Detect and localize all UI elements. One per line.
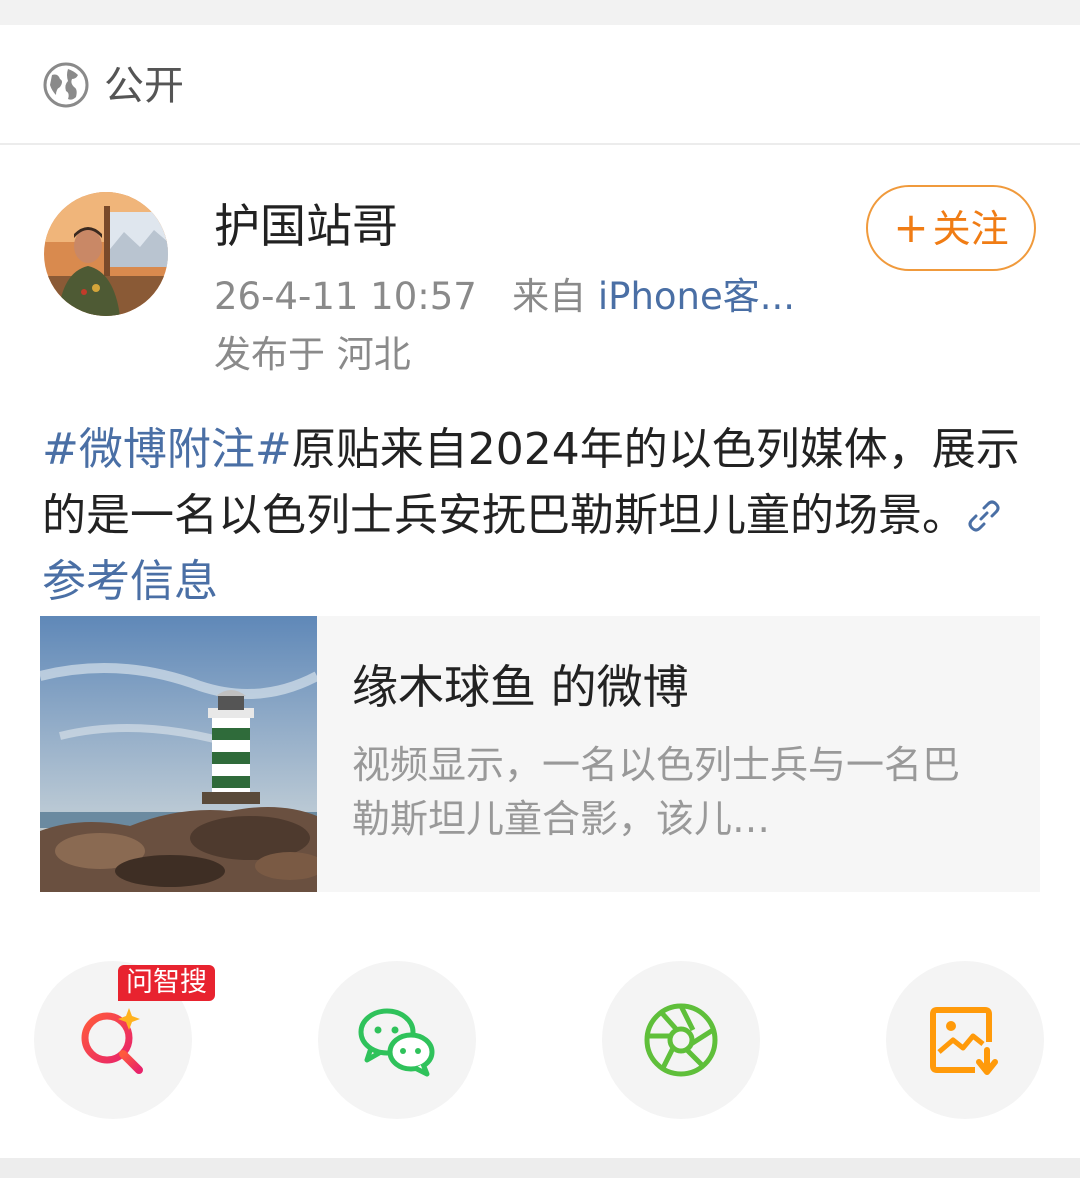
link-icon [968,500,1000,532]
share-wechat-button[interactable] [318,961,476,1119]
visibility-label: 公开 [104,63,184,109]
author-name[interactable]: 护国站哥 [214,197,398,255]
share-moments-button[interactable] [602,961,760,1119]
post-time: 26-4-11 10:57 [214,275,477,318]
weibo-post-card: 公开 护国站哥 26-4-11 10:57 来自 iPhone客... 发布于 … [0,25,1080,1158]
follow-button[interactable]: + 关注 [866,185,1036,271]
globe-icon [43,62,89,108]
hashtag-link[interactable]: #微博附注# [42,424,292,475]
repost-thumbnail [40,616,317,892]
save-image-icon [930,1007,998,1075]
repost-card[interactable]: 缘木球鱼 的微博 视频显示，一名以色列士兵与一名巴勒斯坦儿童合影，该儿… [40,616,1040,892]
source-prefix: 来自 [512,275,587,318]
ai-search-badge: 问智搜 [118,965,215,1001]
save-image-button[interactable] [886,961,1044,1119]
repost-title: 缘木球鱼 的微博 [352,660,689,714]
visibility-bar: 公开 [0,25,1080,145]
moments-icon [644,1003,718,1077]
author-avatar[interactable] [44,192,168,316]
plus-icon: + [893,203,929,252]
ai-search-icon [81,1008,143,1074]
follow-label: 关注 [932,207,1009,251]
post-meta: 26-4-11 10:57 来自 iPhone客... [214,273,795,321]
post-source-link[interactable]: iPhone客... [598,275,795,318]
repost-description: 视频显示，一名以色列士兵与一名巴勒斯坦儿童合影，该儿… [352,743,961,841]
post-body: #微博附注#原贴来自2024年的以色列媒体，展示的是一名以色列士兵安抚巴勒斯坦儿… [42,417,1042,615]
wechat-icon [358,1008,435,1077]
post-location: 发布于 河北 [214,333,411,376]
bottom-divider [0,1158,1080,1178]
reference-link-label: 参考信息 [42,556,218,607]
